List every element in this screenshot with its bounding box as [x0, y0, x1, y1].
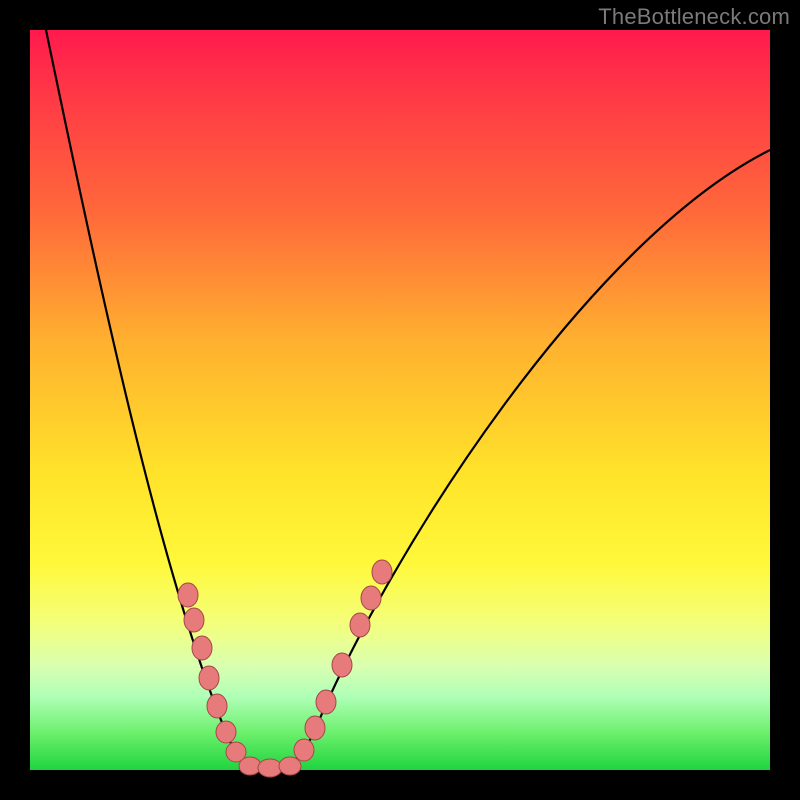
bead-left — [216, 721, 236, 743]
curve-svg — [30, 30, 770, 770]
bead-right — [332, 653, 352, 677]
bead-left — [199, 666, 219, 690]
bead-right — [372, 560, 392, 584]
gradient-plot-area — [30, 30, 770, 770]
bead-left — [178, 583, 198, 607]
bead-right — [361, 586, 381, 610]
bead-left — [207, 694, 227, 718]
outer-frame: TheBottleneck.com — [0, 0, 800, 800]
bead-left — [192, 636, 212, 660]
bead-right — [350, 613, 370, 637]
bead-right — [305, 716, 325, 740]
bead-bottom — [279, 757, 301, 775]
bead-right — [294, 739, 314, 761]
bead-left — [184, 608, 204, 632]
bead-bottom — [239, 757, 261, 775]
bead-bottom — [258, 759, 282, 777]
bead-right — [316, 690, 336, 714]
watermark-text: TheBottleneck.com — [598, 4, 790, 30]
v-curve-path — [46, 30, 770, 770]
